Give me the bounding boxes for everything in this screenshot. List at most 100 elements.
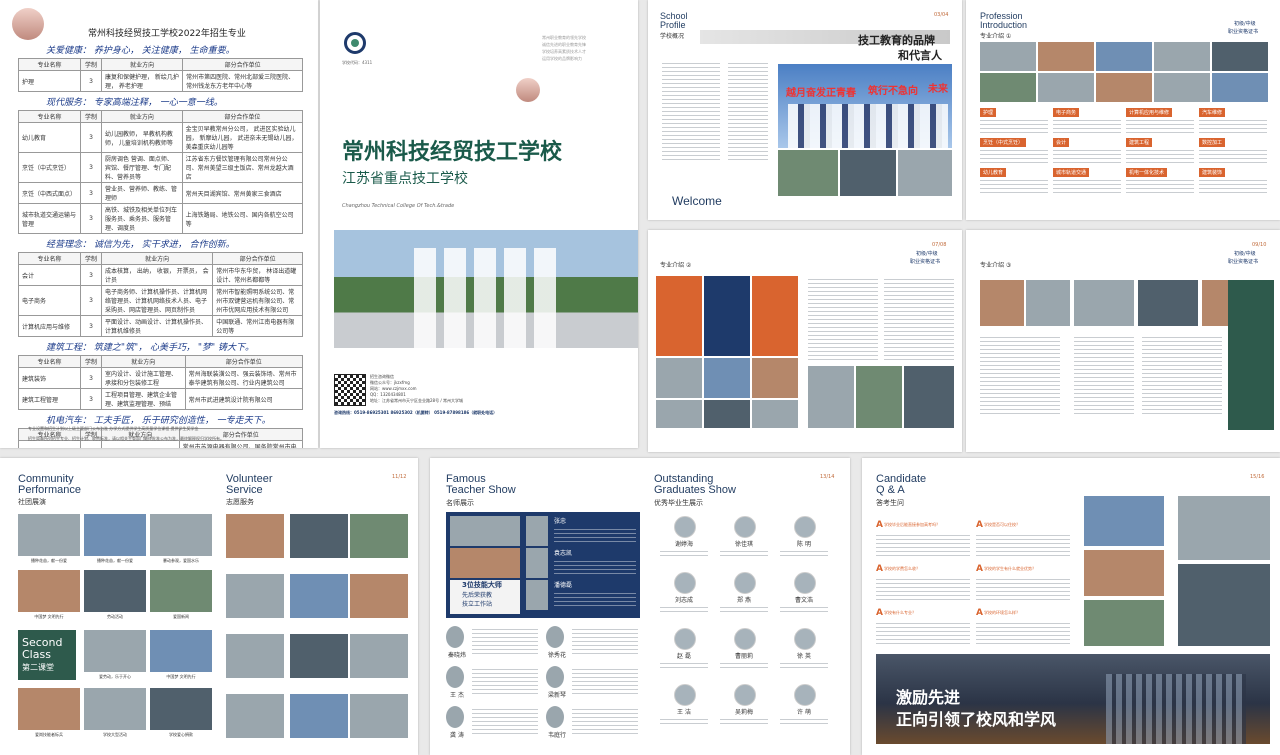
profession-tag: 建筑装饰 (1199, 168, 1226, 177)
teacher-slogan-box: 3位技能大师 先后荣获教 技立工作站 (450, 580, 520, 614)
teacher-name: 梁新琴 (547, 692, 566, 699)
question-marker-icon: A (976, 608, 983, 618)
volunteer-photo (290, 574, 348, 618)
teacher-portrait (546, 706, 564, 728)
profession-text (1142, 334, 1222, 414)
table-cell: 建筑装饰 (18, 367, 81, 389)
teacher-name: 秦晓炜 (447, 652, 466, 659)
volunteer-photo (226, 634, 284, 678)
page-number: 09/10 (1252, 242, 1267, 248)
profession-tag: 幼儿教育 (980, 168, 1007, 177)
teacher-bio (572, 626, 638, 656)
community-photo (150, 688, 212, 730)
cover-taglines: 常州职业教育的领先学校 诚信先进的职业教育先锋 学校培养高素质技术人才 运用学校的品牌… (542, 34, 586, 62)
table-header: 就业方向 (101, 110, 183, 123)
community-photo (84, 630, 146, 672)
page-number: 03/04 (934, 12, 949, 18)
profession-text (1053, 117, 1121, 135)
photo-caption: 爱岗技能者标兵 (35, 732, 63, 737)
teacher-slogan-2: 先后荣获教 (462, 592, 493, 599)
question-text: 学校的学生有什么就业优势？ (984, 566, 1036, 571)
enrollment-title: 常州科技经贸技工学校2022年招生专业 (88, 29, 246, 39)
profession-text (980, 177, 1048, 195)
table-cell: 平面设计、动画设计、计算机操作员、计算机维修员 (100, 315, 214, 337)
profession-text (980, 147, 1048, 165)
graduate-avatar (674, 684, 696, 706)
photo-caption: 播种花苗，献一份爱 (31, 558, 67, 563)
sun-decoration (12, 8, 44, 40)
table-cell: 烹饪（中式烹饪） (18, 152, 81, 183)
teacher-portrait (446, 626, 464, 648)
profession-text (980, 117, 1048, 135)
profession-color-block (1228, 280, 1274, 430)
profession-photo-grid (980, 42, 1270, 102)
volunteer-photo (350, 634, 408, 678)
community-photo (18, 514, 80, 556)
section-slogan: 建筑工程： 筑建之"筑"， 心美手巧， "梦" 铸大下。 (46, 343, 255, 353)
banner-word-2: 奋发 (806, 88, 826, 99)
profession-photo (808, 366, 854, 428)
enrollment-table: 专业名称 学制 就业方向 部分合作单位 幼儿教育 3 幼儿园教师， 早教机构教师， 儿童培训… (18, 110, 304, 234)
graduate-name: 陈 明 (797, 541, 811, 548)
table-cell: 烹饪（中西式面点） (18, 182, 81, 204)
question-text: 学校的环境怎么样？ (984, 610, 1020, 615)
teacher-title-2: Teacher Show (446, 484, 516, 496)
graduate-avatar (794, 572, 816, 594)
answer-text (876, 576, 970, 600)
graduates-cn-title: 优秀毕业生展示 (654, 499, 703, 507)
profession-photo (1096, 73, 1152, 102)
profession-text (1126, 177, 1194, 195)
teacher-name: 徐秀花 (547, 652, 566, 659)
table-cell: 营业员、营养师、教练、管理师 (101, 182, 183, 204)
qualification-badge-2: 职业资格证书 (1228, 259, 1259, 265)
table-cell: 3 (80, 70, 102, 92)
table-header-row: 专业名称 学制 就业方向 部分合作单位 (18, 252, 303, 265)
profession-tag: 建筑工程 (1126, 138, 1153, 147)
teacher-portrait (526, 516, 548, 546)
teacher-bio (472, 706, 538, 736)
graduate-name: 徐 英 (797, 653, 811, 660)
profession-tag: 会计 (1053, 138, 1070, 147)
qualification-badge: 初级/中级 (916, 251, 938, 257)
graduate-name: 许 萌 (797, 709, 811, 716)
table-cell: 3 (80, 122, 102, 153)
answer-text (876, 620, 970, 644)
table-cell: 3 (80, 182, 102, 204)
table-cell: 3 (80, 367, 102, 389)
profession-photo (752, 358, 798, 398)
teacher-name: 潘德磊 (554, 582, 573, 589)
table-header: 部分合作单位 (181, 110, 304, 123)
table-row: 城市轨道交通运输与管理 3 高铁、城铁及相关单位列车服务员、乘务员、服务管理、调度员… (18, 203, 304, 234)
qr-code (334, 374, 366, 406)
volunteer-photo (226, 514, 284, 558)
answer-text (876, 532, 970, 556)
school-code: 学校代码：4311 (342, 60, 373, 65)
profession-photo (904, 366, 954, 428)
enrollment-table: 专业名称 学制 就业方向 部分合作单位 会计 3 成本核算， 出纳， 收银， 开票员， 会计… (18, 252, 303, 337)
photo-caption: 学校爱心捐款 (169, 732, 193, 737)
profession-photo (980, 280, 1024, 326)
page-number: 15/16 (1250, 474, 1265, 480)
teacher-slogan-1: 3位技能大师 (462, 581, 502, 589)
graduate-avatar (674, 628, 696, 650)
community-photo (84, 570, 146, 612)
graduate-bio (660, 604, 708, 614)
photo-caption: 中国梦 文明先行 (34, 614, 64, 619)
teacher-slogan-3: 技立工作站 (462, 601, 493, 608)
question-text: 学校毕业后能直接参加高考吗？ (884, 522, 940, 527)
profession-photo (980, 73, 1036, 102)
profile-headline-2: 和代言人 (898, 49, 942, 62)
table-cell: 常州天目湖宾馆、常州黄家三食酒店 (181, 182, 304, 204)
teacher-bio (572, 706, 638, 736)
photo-caption: 中国梦 文明先行 (166, 674, 196, 679)
enrollment-page: 常州科技经贸技工学校2022年招生专业 关爱健康： 养护身心， 关注健康， 生命… (0, 0, 318, 448)
school-name: 常州科技经贸技工学校 (342, 139, 563, 165)
second-class-cn: 第二课堂 (22, 663, 54, 672)
teacher-bio (472, 626, 538, 656)
table-row: 计算机应用与维修 3 平面设计、动画设计、计算机操作员、计算机维修员 中国联通、常州江… (18, 315, 303, 337)
students-photo (334, 230, 638, 348)
profession-photo (1154, 73, 1210, 102)
graduate-avatar (794, 628, 816, 650)
table-cell: 成本核算， 出纳， 收银， 开票员， 会计员 (100, 264, 214, 286)
campus-photo (1084, 550, 1164, 596)
